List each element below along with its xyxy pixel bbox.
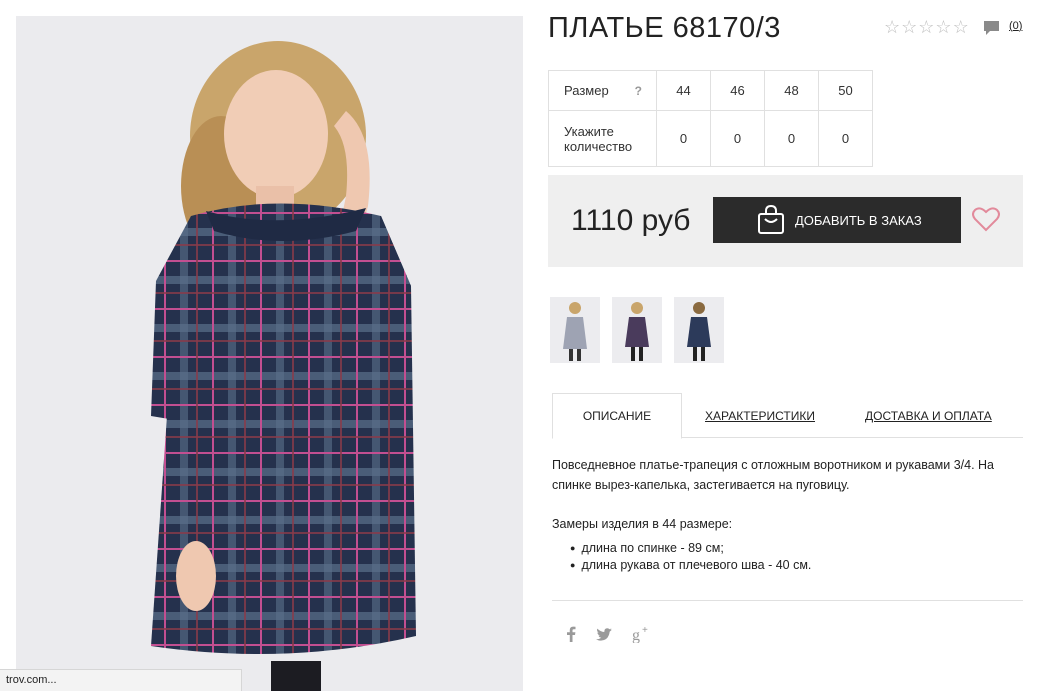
thumbnail-3[interactable]	[674, 297, 724, 363]
size-header-label: Размер	[564, 83, 609, 98]
star-icon[interactable]: ☆	[884, 18, 900, 36]
svg-text:g: g	[632, 627, 640, 643]
size-header-cell: Размер ?	[548, 70, 657, 111]
add-to-order-button[interactable]: ДОБАВИТЬ В ЗАКАЗ	[713, 197, 961, 243]
list-item: длина рукава от плечевого шва - 40 см.	[570, 557, 811, 574]
product-tabs: ОПИСАНИЕ ХАРАКТЕРИСТИКИ ДОСТАВКА И ОПЛАТ…	[552, 393, 1023, 439]
quantity-44-field[interactable]: 0	[656, 110, 711, 167]
thumbnail-2[interactable]	[612, 297, 662, 363]
shopping-bag-icon	[757, 205, 785, 235]
dress-illustration	[151, 41, 416, 691]
google-plus-icon[interactable]: g +	[632, 625, 652, 643]
measures-title: Замеры изделия в 44 размере:	[552, 517, 733, 531]
social-share: g +	[566, 625, 652, 643]
size-50: 50	[818, 70, 873, 111]
quantity-48-field[interactable]: 0	[764, 110, 819, 167]
thumbnail-1[interactable]	[550, 297, 600, 363]
size-table: Размер ? 44 46 48 50 Укажите количество …	[548, 70, 873, 167]
speech-bubble-icon[interactable]	[983, 20, 1001, 41]
list-item: длина по спинке - 89 см;	[570, 540, 811, 557]
divider	[552, 600, 1023, 601]
size-help-icon[interactable]: ?	[635, 84, 642, 98]
add-to-order-label: ДОБАВИТЬ В ЗАКАЗ	[795, 212, 922, 228]
size-48: 48	[764, 70, 819, 111]
product-main-image[interactable]	[16, 16, 523, 691]
tab-characteristics[interactable]: ХАРАКТЕРИСТИКИ	[705, 393, 815, 438]
quantity-50-field[interactable]: 0	[818, 110, 873, 167]
facebook-icon[interactable]	[566, 626, 576, 642]
review-count-link[interactable]: (0)	[1009, 20, 1022, 32]
quantity-label: Укажите количество	[548, 110, 657, 167]
star-icon[interactable]: ☆	[935, 18, 951, 36]
size-44: 44	[656, 70, 711, 111]
twitter-icon[interactable]	[596, 627, 612, 641]
size-46: 46	[710, 70, 765, 111]
product-title: ПЛАТЬЕ 68170/3	[548, 12, 781, 44]
rating-stars[interactable]: ☆ ☆ ☆ ☆ ☆	[884, 18, 969, 36]
svg-text:+: +	[642, 625, 648, 636]
quantity-46-field[interactable]: 0	[710, 110, 765, 167]
review-count: 0	[1012, 20, 1019, 32]
star-icon[interactable]: ☆	[918, 18, 934, 36]
product-description: Повседневное платье-трапеция с отложным …	[552, 458, 995, 492]
star-icon[interactable]: ☆	[901, 18, 917, 36]
tab-delivery[interactable]: ДОСТАВКА И ОПЛАТА	[865, 393, 992, 438]
price-value: 1110 руб	[571, 204, 691, 237]
price-panel: 1110 руб ДОБАВИТЬ В ЗАКАЗ	[548, 175, 1023, 267]
measures-list: длина по спинке - 89 см; длина рукава от…	[570, 540, 811, 574]
thumbnail-gallery	[550, 297, 724, 363]
tab-description[interactable]: ОПИСАНИЕ	[552, 393, 682, 439]
browser-status-bar: trov.com...	[0, 669, 242, 691]
heart-outline-icon[interactable]	[972, 206, 1000, 237]
star-icon[interactable]: ☆	[953, 18, 969, 36]
